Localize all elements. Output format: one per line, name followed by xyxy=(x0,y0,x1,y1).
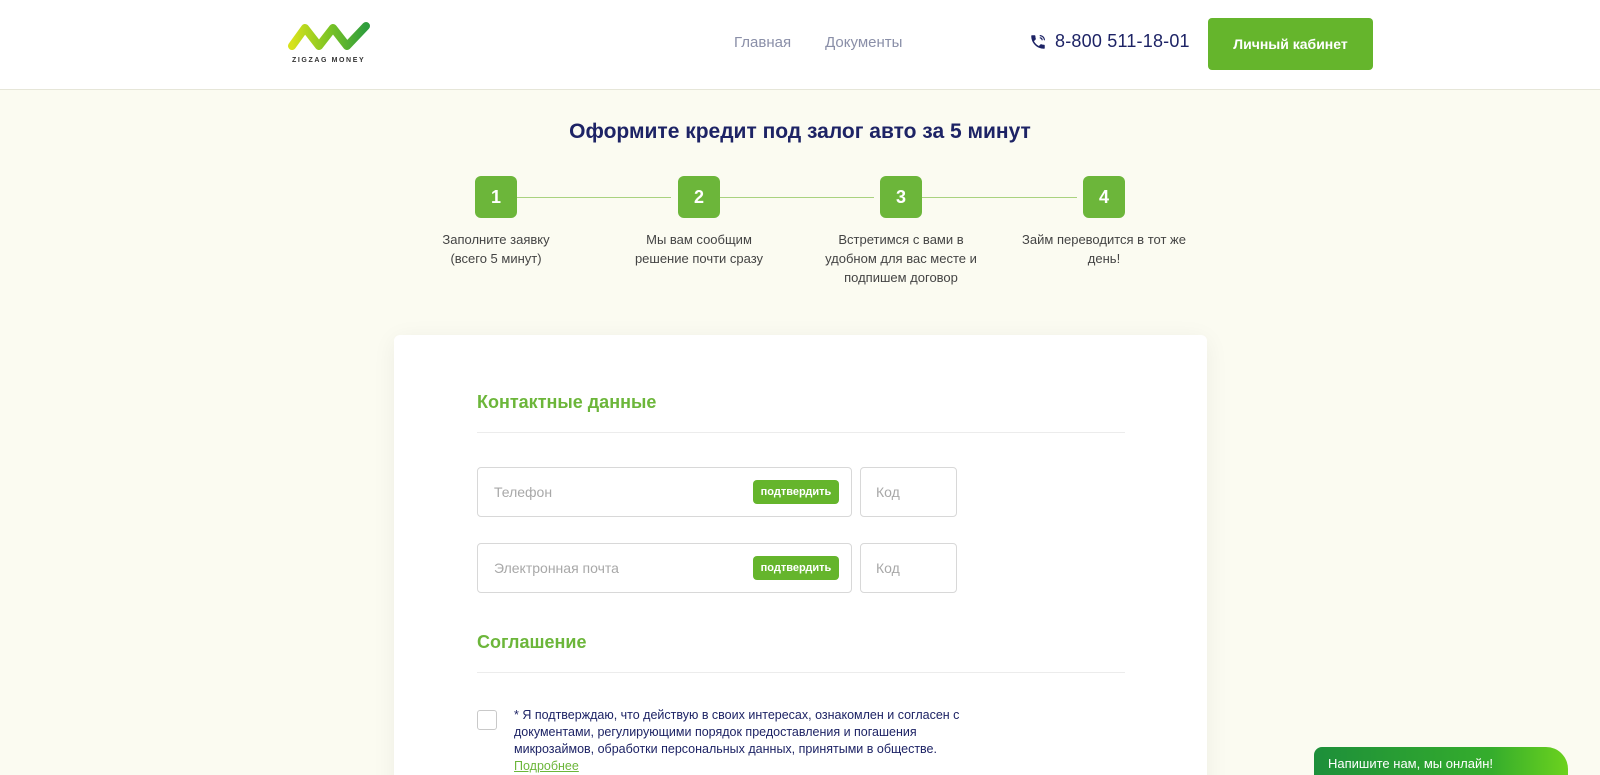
zigzag-logo-icon xyxy=(288,22,370,50)
section-divider xyxy=(477,672,1125,673)
agreement-section-title: Соглашение xyxy=(477,632,587,652)
step-number: 3 xyxy=(880,176,922,218)
step-number: 2 xyxy=(678,176,720,218)
step-3: 3 Встретимся с вами в удобном для вас ме… xyxy=(816,176,986,287)
zigzag-money-logo[interactable]: ZIGZAG MONEY xyxy=(288,20,372,68)
phone-code-field xyxy=(860,467,957,517)
logo-text: ZIGZAG MONEY xyxy=(292,57,366,64)
step-2: 2 Мы вам сообщим решение почти сразу xyxy=(614,176,784,268)
phone-icon xyxy=(1031,34,1045,49)
contacts-section-title: Контактные данные xyxy=(477,392,657,412)
phone-number: 8-800 511-18-01 xyxy=(1055,31,1190,51)
personal-cabinet-button[interactable]: Личный кабинет xyxy=(1208,18,1373,70)
agreement-text-block: * Я подтверждаю, что действую в своих ин… xyxy=(514,707,984,775)
phone-link[interactable]: 8-800 511-18-01 xyxy=(1029,31,1190,52)
email-input[interactable] xyxy=(494,544,734,592)
step-text: Займ переводится в тот же день! xyxy=(1022,232,1186,266)
online-chat-widget[interactable]: Напишите нам, мы онлайн! xyxy=(1314,747,1568,775)
site-header: ZIGZAG MONEY Главная Документы 8-800 511… xyxy=(0,0,1600,90)
nav-link-documents[interactable]: Документы xyxy=(825,34,902,51)
step-text: Заполните заявку (всего 5 минут) xyxy=(442,232,550,266)
main-nav: Главная Документы xyxy=(734,34,902,51)
confirm-email-button[interactable]: подтвердить xyxy=(753,556,839,580)
email-field: подтвердить xyxy=(477,543,852,593)
phone-field: подтвердить xyxy=(477,467,852,517)
confirm-phone-button[interactable]: подтвердить xyxy=(753,480,839,504)
agreement-more-link[interactable]: Подробнее xyxy=(514,759,579,773)
nav-link-home[interactable]: Главная xyxy=(734,34,791,51)
step-number: 1 xyxy=(475,176,517,218)
phone-input[interactable] xyxy=(494,468,734,516)
steps: 1 Заполните заявку (всего 5 минут) 2 Мы … xyxy=(0,176,1600,296)
phone-code-input[interactable] xyxy=(876,468,946,516)
step-number: 4 xyxy=(1083,176,1125,218)
email-code-field xyxy=(860,543,957,593)
page-title: Оформите кредит под залог авто за 5 мину… xyxy=(569,120,1031,143)
chat-label: Напишите нам, мы онлайн! xyxy=(1328,756,1494,771)
step-text: Мы вам сообщим решение почти сразу xyxy=(634,232,764,266)
step-1: 1 Заполните заявку (всего 5 минут) xyxy=(411,176,581,268)
step-text: Встретимся с вами в удобном для вас мест… xyxy=(825,232,977,285)
email-code-input[interactable] xyxy=(876,544,946,592)
section-divider xyxy=(477,432,1125,433)
step-4: 4 Займ переводится в тот же день! xyxy=(1019,176,1189,268)
application-form: Контактные данные подтвердить подтвердит… xyxy=(394,335,1207,775)
agreement-checkbox[interactable] xyxy=(477,710,497,730)
agreement-text: * Я подтверждаю, что действую в своих ин… xyxy=(514,708,960,756)
